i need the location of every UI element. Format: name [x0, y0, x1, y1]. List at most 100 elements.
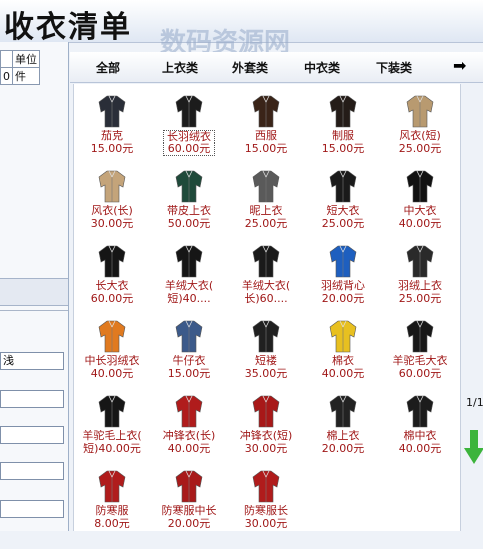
- winter-coat-icon: [175, 470, 203, 503]
- item-name: 棉上衣: [326, 430, 360, 442]
- color-field[interactable]: 浅: [0, 352, 64, 370]
- item-price: 15.00元: [167, 368, 211, 380]
- item-name: 中长羽绒衣: [84, 355, 140, 367]
- cotton-jacket-icon: [329, 320, 357, 353]
- input-field-2[interactable]: [0, 390, 64, 408]
- clothing-grid: 茄克 15.00元 长羽绒衣 60.00元 西服 15.00元 制服 15.00元 风衣(短) 2…: [73, 84, 461, 531]
- clothing-item[interactable]: 风衣(长) 30.00元: [74, 165, 150, 249]
- page-indicator: 1/1: [466, 396, 483, 409]
- leather-jacket-icon: [175, 170, 203, 203]
- item-name: 中大衣: [403, 205, 437, 217]
- clothing-item[interactable]: 冲锋衣(长) 40.00元: [151, 390, 227, 474]
- clothing-item[interactable]: 防寒服长 30.00元: [228, 465, 304, 549]
- clothing-item[interactable]: 长羽绒衣 60.00元: [151, 90, 227, 174]
- item-price: 20.00元: [167, 518, 211, 530]
- wool-jacket-icon: [252, 170, 280, 203]
- table-header-cell: [0, 50, 13, 68]
- clothing-item[interactable]: 中长羽绒衣 40.00元: [74, 315, 150, 399]
- tab-all[interactable]: 全部: [96, 59, 120, 76]
- clothing-item[interactable]: 风衣(短) 25.00元: [382, 90, 458, 174]
- short-jacket-icon: [252, 320, 280, 353]
- clothing-item[interactable]: 牛仔衣 15.00元: [151, 315, 227, 399]
- item-price: 40.00元: [321, 368, 365, 380]
- clothing-item[interactable]: 羽绒上衣 25.00元: [382, 240, 458, 324]
- item-price: 15.00元: [90, 143, 134, 155]
- windbreaker-icon: [175, 395, 203, 428]
- clothing-item[interactable]: 带皮上衣 50.00元: [151, 165, 227, 249]
- clothing-item[interactable]: 棉中衣 40.00元: [382, 390, 458, 474]
- tab-outerwear[interactable]: 外套类: [232, 59, 268, 76]
- title-bar: 收衣清单: [0, 0, 483, 45]
- item-price: 30.00元: [244, 518, 288, 530]
- item-price: 短)40.00元: [83, 443, 141, 455]
- scroll-down-arrow-icon[interactable]: [464, 430, 483, 466]
- item-price: 25.00元: [321, 218, 365, 230]
- item-name: 防寒服长: [244, 505, 288, 517]
- item-price: 长)60....: [244, 293, 288, 305]
- item-name: 短褛: [255, 355, 277, 367]
- divider: [0, 310, 68, 311]
- item-price: 60.00元: [90, 293, 134, 305]
- item-name: 棉中衣: [403, 430, 437, 442]
- down-jacket-icon: [406, 245, 434, 278]
- item-name: 羊绒大衣(: [164, 280, 214, 292]
- item-price: 15.00元: [244, 143, 288, 155]
- alpaca-coat-icon: [406, 320, 434, 353]
- item-name: 西服: [255, 130, 277, 142]
- clothing-item[interactable]: 防寒服 8.00元: [74, 465, 150, 549]
- item-price: 40.00元: [90, 368, 134, 380]
- order-table: 单位 0 件: [0, 50, 40, 85]
- clothing-item[interactable]: 短大衣 25.00元: [305, 165, 381, 249]
- item-price: 40.00元: [167, 443, 211, 455]
- tab-mid-layer[interactable]: 中衣类: [304, 59, 340, 76]
- clothing-item[interactable]: 棉上衣 20.00元: [305, 390, 381, 474]
- item-price: 60.00元: [163, 143, 215, 156]
- left-panel-separator: [0, 278, 68, 306]
- clothing-item[interactable]: 羊驼毛上衣(短)40.00元: [74, 390, 150, 474]
- clothing-item[interactable]: 防寒服中长 20.00元: [151, 465, 227, 549]
- table-row[interactable]: 0 件: [0, 67, 40, 85]
- clothing-item[interactable]: 茄克 15.00元: [74, 90, 150, 174]
- item-price: 15.00元: [321, 143, 365, 155]
- clothing-item[interactable]: 昵上衣 25.00元: [228, 165, 304, 249]
- clothing-item[interactable]: 中大衣 40.00元: [382, 165, 458, 249]
- cashmere-coat-icon: [175, 245, 203, 278]
- clothing-item[interactable]: 西服 15.00元: [228, 90, 304, 174]
- input-field-5[interactable]: [0, 500, 64, 518]
- item-name: 冲锋衣(长): [162, 430, 216, 442]
- table-header-cell: 单位: [12, 50, 40, 68]
- item-price: 40.00元: [398, 443, 442, 455]
- item-price: 50.00元: [167, 218, 211, 230]
- windbreaker-icon: [252, 395, 280, 428]
- item-name: 冲锋衣(短): [239, 430, 293, 442]
- down-coat-icon: [98, 320, 126, 353]
- item-name: 带皮上衣: [167, 205, 211, 217]
- item-price: 40.00元: [398, 218, 442, 230]
- item-price: 25.00元: [244, 218, 288, 230]
- item-price: 30.00元: [90, 218, 134, 230]
- tab-tops[interactable]: 上衣类: [162, 59, 198, 76]
- clothing-item[interactable]: 冲锋衣(短) 30.00元: [228, 390, 304, 474]
- arrow-right-icon[interactable]: ➡: [453, 56, 466, 75]
- tab-bottoms[interactable]: 下装类: [376, 59, 412, 76]
- item-name: 茄克: [101, 130, 123, 142]
- input-field-4[interactable]: [0, 462, 64, 480]
- cotton-jacket-icon: [329, 395, 357, 428]
- item-name: 羽绒上衣: [398, 280, 442, 292]
- clothing-item[interactable]: 短褛 35.00元: [228, 315, 304, 399]
- clothing-item[interactable]: 羊驼毛大衣 60.00元: [382, 315, 458, 399]
- clothing-item[interactable]: 羊绒大衣(短)40....: [151, 240, 227, 324]
- mid-coat-icon: [406, 170, 434, 203]
- short-coat-icon: [329, 170, 357, 203]
- clothing-item[interactable]: 长大衣 60.00元: [74, 240, 150, 324]
- clothing-item[interactable]: 羊绒大衣(长)60....: [228, 240, 304, 324]
- input-field-3[interactable]: [0, 426, 64, 444]
- clothing-item[interactable]: 羽绒背心 20.00元: [305, 240, 381, 324]
- clothing-item[interactable]: 棉衣 40.00元: [305, 315, 381, 399]
- item-name: 羊驼毛上衣(: [82, 430, 142, 442]
- item-price: 短)40....: [167, 293, 211, 305]
- item-name: 羽绒背心: [321, 280, 365, 292]
- clothing-item[interactable]: 制服 15.00元: [305, 90, 381, 174]
- item-name: 风衣(长): [91, 205, 133, 217]
- left-panel: 单位 0 件 浅: [0, 42, 69, 531]
